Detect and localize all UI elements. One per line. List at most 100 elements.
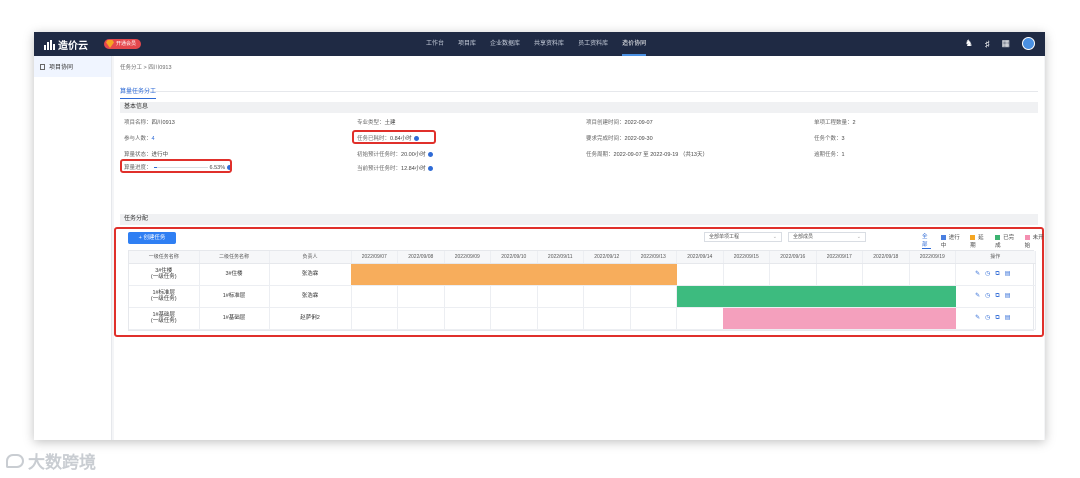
edit-icon[interactable]: ✎: [975, 293, 985, 299]
logo-text: 造价云: [58, 41, 88, 52]
nav-item-staff-library[interactable]: 员工资料库: [578, 32, 608, 56]
date-cell: [397, 307, 445, 330]
col-date: 2022/09/10: [490, 251, 538, 264]
date-cell: [769, 307, 817, 330]
date-cell: [630, 307, 677, 330]
logo-bars-icon: [44, 39, 55, 50]
level2-cell: 1#基础层: [199, 307, 270, 330]
copy-icon[interactable]: ⧉: [995, 271, 1004, 277]
col-date: 2022/09/16: [769, 251, 817, 264]
date-cell: [862, 307, 910, 330]
col-date: 2022/09/17: [816, 251, 863, 264]
user-avatar[interactable]: [1022, 37, 1035, 50]
diamond-icon: [106, 40, 114, 48]
delete-icon[interactable]: ▤: [1005, 293, 1016, 299]
col-date: 2022/09/19: [909, 251, 956, 264]
unit-count-field: 单项工程数量：2: [814, 120, 856, 126]
initial-estimate-field: 初始预计任务时：20.00小时: [357, 150, 433, 158]
basic-info-header: 基本信息: [120, 102, 1038, 113]
edit-icon[interactable]: ✎: [975, 315, 985, 321]
vip-badge[interactable]: 开通会员: [104, 39, 142, 49]
gantt-table: 一级任务名称 二级任务名称 负责人 2022/09/07 2022/09/08 …: [128, 250, 1036, 331]
breadcrumb[interactable]: 任务分工 > 四川0913: [120, 63, 172, 71]
date-cell: [862, 263, 910, 286]
nav-item-shared-library[interactable]: 共享资料库: [534, 32, 564, 56]
help-icon[interactable]: [427, 166, 433, 172]
legend-in-progress[interactable]: 进行中: [940, 233, 960, 249]
legend-not-started[interactable]: 未开始: [1024, 233, 1044, 249]
nav-item-project-library[interactable]: 项目库: [458, 32, 476, 56]
date-cell: [630, 285, 677, 308]
date-cell: [351, 285, 398, 308]
date-cell: [351, 307, 398, 330]
clock-icon[interactable]: ◷: [985, 315, 995, 321]
date-cell: [723, 263, 770, 286]
main-content: 任务分工 > 四川0913 算量任务分工 基本信息 项目名称：四川0913 参与…: [114, 56, 1044, 440]
ops-cell: ✎◷⧉▤: [955, 285, 1036, 308]
help-icon[interactable]: [427, 152, 433, 158]
created-time-field: 项目创建时间：2022-09-07: [586, 120, 653, 126]
watermark: 大数跨境: [6, 448, 96, 473]
highlight-used-time: [352, 130, 436, 144]
date-cell: [583, 263, 631, 286]
date-cell: [816, 307, 863, 330]
owner-cell: 赵萨俐2: [269, 307, 352, 330]
col-date: 2022/09/18: [862, 251, 910, 264]
legend-swatch: [1024, 234, 1030, 240]
date-cell: [630, 263, 677, 286]
vip-badge-label: 开通会员: [116, 41, 137, 47]
col-date: 2022/09/15: [723, 251, 770, 264]
date-cell: [490, 263, 538, 286]
legend-swatch: [940, 234, 946, 240]
clock-icon[interactable]: ◷: [985, 271, 995, 277]
col-date: 2022/09/09: [444, 251, 491, 264]
nav-item-cost-collab[interactable]: 造价协同: [622, 32, 647, 56]
ops-cell: ✎◷⧉▤: [955, 263, 1036, 286]
delete-icon[interactable]: ▤: [1005, 271, 1016, 277]
level1-cell: 1#基础层 (一级任务): [129, 307, 200, 330]
status-legend: 全部 进行中 延期 已完成 未开始: [922, 232, 1044, 249]
legend-all[interactable]: 全部: [922, 232, 931, 249]
delete-icon[interactable]: ▤: [1005, 315, 1016, 321]
sidebar-item-project-collab[interactable]: 项目协同: [34, 56, 111, 77]
level1-cell: 1#标准层 (一级任务): [129, 285, 200, 308]
date-cell: [537, 263, 584, 286]
unit-filter-select[interactable]: 全部单项工程 ⌄: [704, 232, 782, 242]
apps-grid-icon[interactable]: ▦: [1001, 38, 1010, 49]
date-cell: [583, 285, 631, 308]
ops-cell: ✎◷⧉▤: [955, 307, 1036, 330]
current-estimate-field: 当前预计任务时：12.84小时: [357, 164, 433, 172]
required-time-field: 要求完成时间：2022-09-30: [586, 136, 653, 142]
watermark-logo-icon: [6, 453, 24, 468]
level2-cell: 1#标准层: [199, 285, 270, 308]
col-date: 2022/09/11: [537, 251, 584, 264]
date-cell: [351, 263, 398, 286]
member-filter-select[interactable]: 全部成员 ⌄: [788, 232, 866, 242]
users-icon[interactable]: ♞: [965, 38, 973, 49]
project-name-field: 项目名称：四川0913: [124, 120, 175, 126]
app-window: 造价云 开通会员 工作台 项目库 企业数据库 共享资料库 员工资料库 造价协同 …: [34, 32, 1045, 440]
date-cell: [537, 307, 584, 330]
status-field: 算量状态：进行中: [124, 152, 169, 158]
level2-cell: 3#住楼: [199, 263, 270, 286]
date-cell: [676, 307, 724, 330]
date-cell: [816, 263, 863, 286]
clock-icon[interactable]: ◷: [985, 293, 995, 299]
create-task-button[interactable]: + 创建任务: [128, 232, 176, 244]
copy-icon[interactable]: ⧉: [995, 293, 1004, 299]
app-logo[interactable]: 造价云: [44, 37, 88, 52]
date-cell: [444, 263, 491, 286]
legend-delayed[interactable]: 延期: [970, 233, 985, 249]
legend-completed[interactable]: 已完成: [995, 233, 1014, 249]
nav-item-workbench[interactable]: 工作台: [426, 32, 444, 56]
copy-icon[interactable]: ⧉: [995, 315, 1004, 321]
bell-icon[interactable]: ♯: [985, 39, 990, 49]
date-cell: [723, 285, 770, 308]
edit-icon[interactable]: ✎: [975, 271, 985, 277]
tab-task-assignment[interactable]: 算量任务分工: [120, 86, 157, 99]
level1-cell: 3#住楼 (一级任务): [129, 263, 200, 286]
chevron-down-icon: ⌄: [772, 234, 777, 240]
overdue-field: 逾期任务：1: [814, 152, 845, 158]
nav-item-enterprise-db[interactable]: 企业数据库: [490, 32, 520, 56]
task-count-field: 任务个数：3: [814, 136, 845, 142]
